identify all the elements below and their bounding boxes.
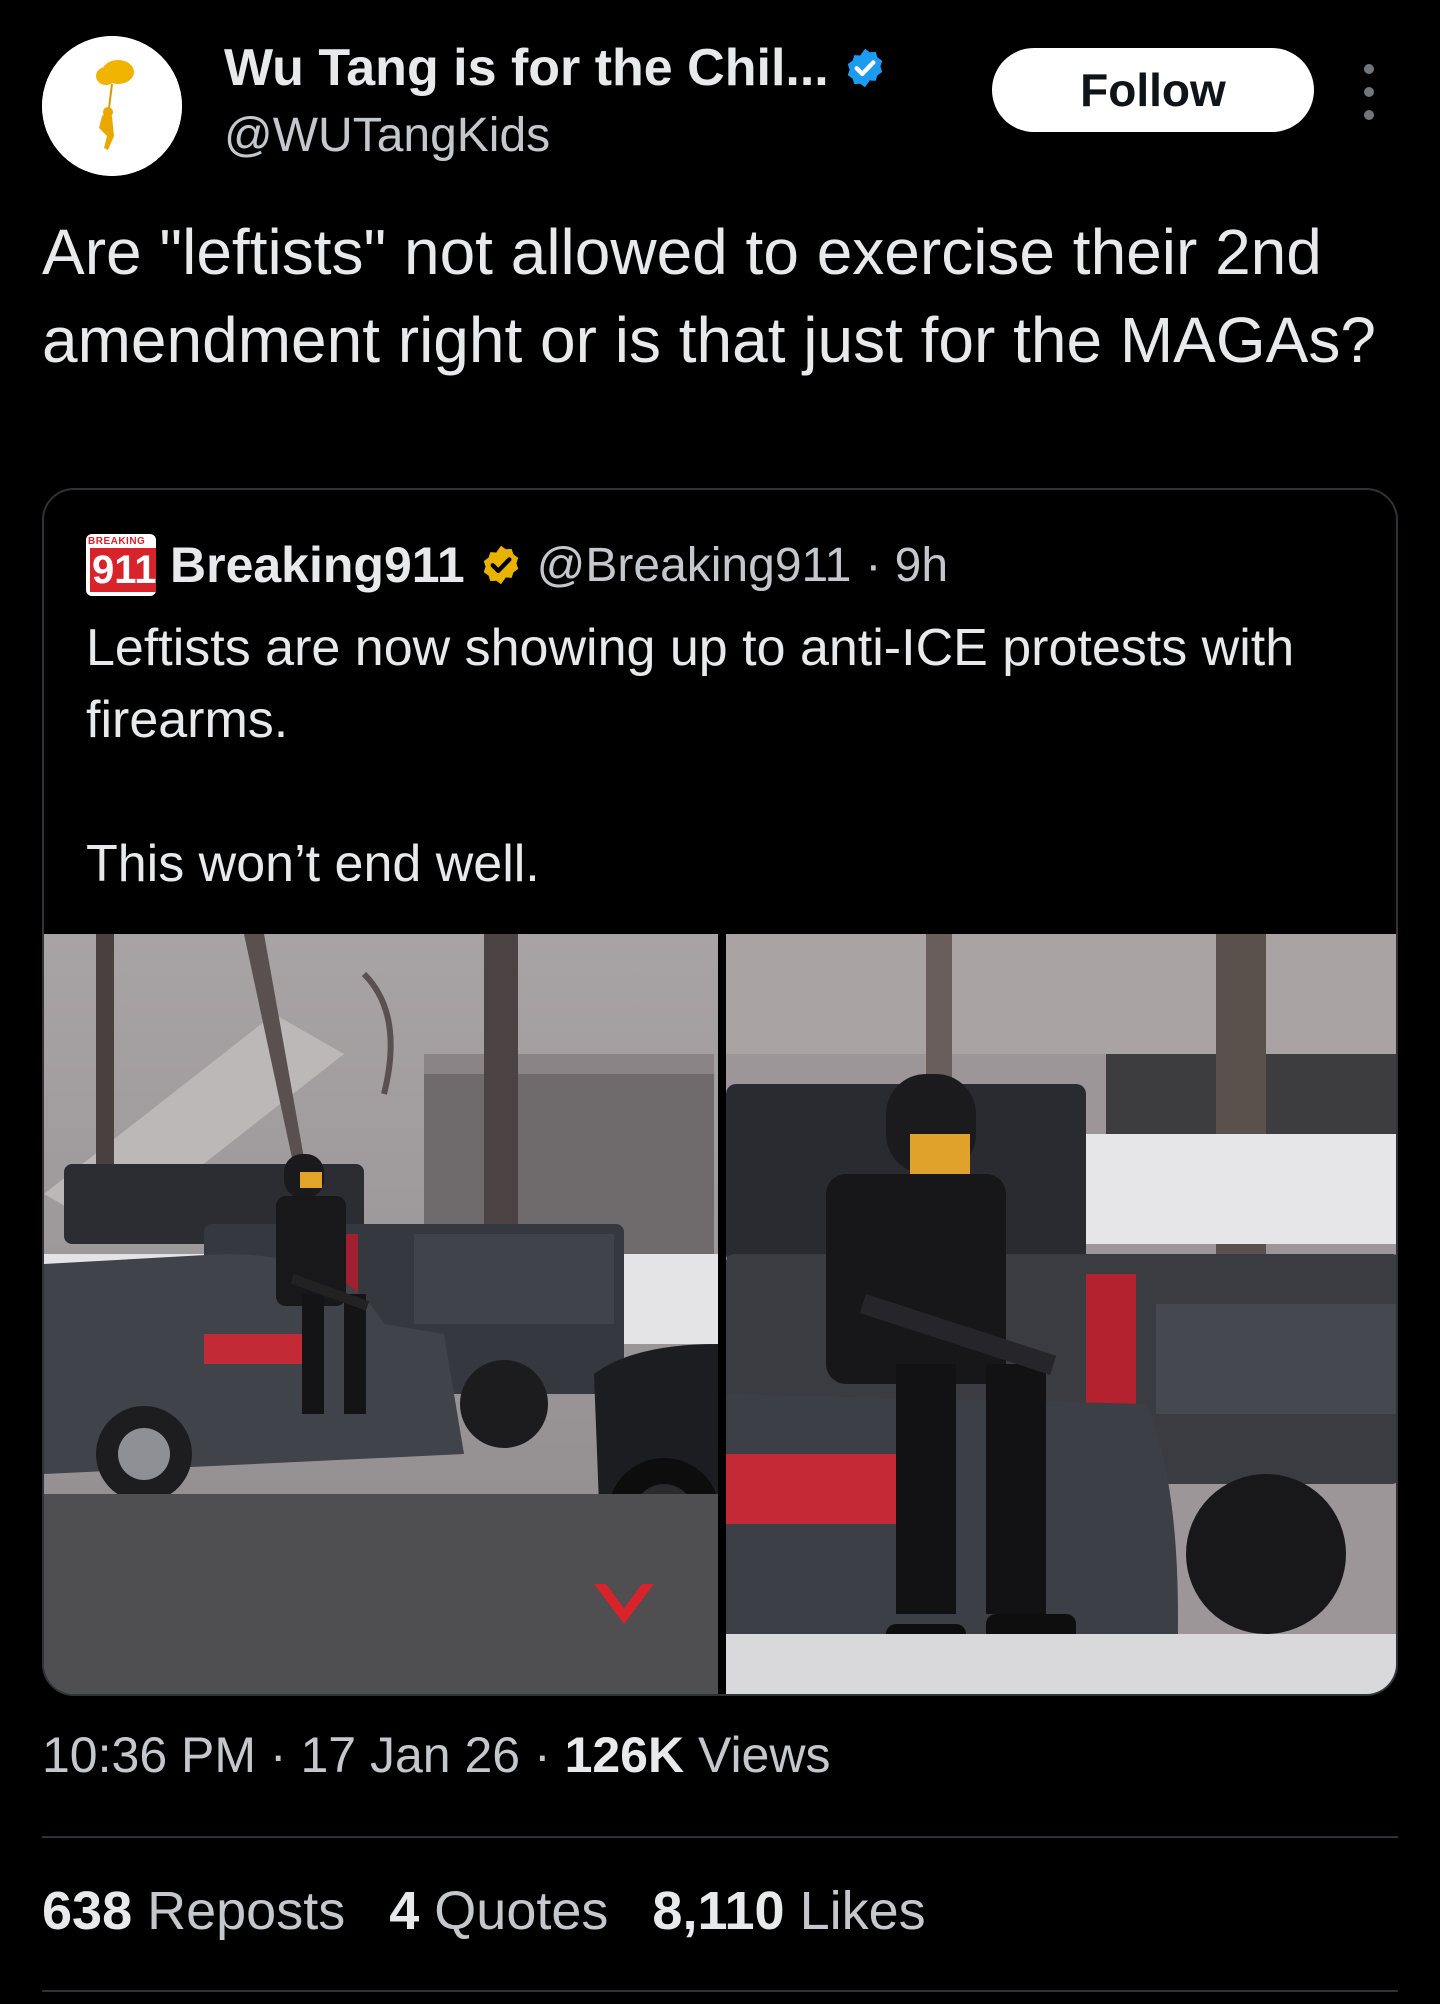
likes-label: Likes xyxy=(799,1881,926,1941)
quoted-tweet-header: BREAKING 911 Breaking911 @Breaking911 · … xyxy=(86,534,948,596)
more-vertical-icon[interactable] xyxy=(1354,64,1384,120)
quoted-author-name[interactable]: Breaking911 xyxy=(170,536,465,594)
logo-small-text: BREAKING xyxy=(88,536,146,547)
author-display-name[interactable]: Wu Tang is for the Chil... xyxy=(224,38,829,98)
quoted-author-handle[interactable]: @Breaking911 xyxy=(537,538,852,593)
reposts-label: Reposts xyxy=(147,1881,346,1941)
follow-button[interactable]: Follow xyxy=(992,48,1314,132)
quoted-tweet-time: · 9h xyxy=(865,538,949,592)
quotes-stat[interactable]: 4 Quotes xyxy=(389,1880,608,1942)
quotes-count: 4 xyxy=(389,1881,420,1941)
divider xyxy=(42,1990,1398,1992)
likes-count: 8,110 xyxy=(652,1881,785,1941)
tweet-date[interactable]: 17 Jan 26 xyxy=(300,1727,520,1783)
tweet-meta: 10:36 PM · 17 Jan 26 · 126K Views xyxy=(42,1727,831,1783)
quoted-tweet-media[interactable] xyxy=(44,934,1396,1694)
tweet-time[interactable]: 10:36 PM xyxy=(42,1727,256,1783)
media-photo-2[interactable] xyxy=(726,934,1396,1694)
balloon-girl-logo-icon xyxy=(42,36,182,176)
avatar[interactable] xyxy=(42,36,182,176)
reposts-count: 638 xyxy=(42,1881,133,1941)
quoted-tweet-card[interactable]: BREAKING 911 Breaking911 @Breaking911 · … xyxy=(42,488,1398,1696)
verified-badge-icon xyxy=(847,48,882,88)
protest-photo-close-image xyxy=(726,934,1396,1694)
engagement-stats: 638 Reposts 4 Quotes 8,110 Likes xyxy=(42,1880,926,1942)
media-photo-1[interactable] xyxy=(44,934,718,1694)
breaking911-logo-icon: BREAKING 911 xyxy=(86,534,156,596)
views-label: Views xyxy=(698,1727,831,1783)
divider xyxy=(42,1836,1398,1838)
protest-photo-wide-image xyxy=(44,934,718,1694)
reposts-stat[interactable]: 638 Reposts xyxy=(42,1880,345,1942)
quoted-text-line-1: Leftists are now showing up to anti-ICE … xyxy=(86,619,1295,749)
author-handle[interactable]: @WUTangKids xyxy=(224,108,550,163)
views-count: 126K xyxy=(564,1727,685,1783)
quoted-tweet-text: Leftists are now showing up to anti-ICE … xyxy=(86,612,1376,900)
author-name-row[interactable]: Wu Tang is for the Chil... xyxy=(224,38,887,98)
quotes-label: Quotes xyxy=(434,1881,609,1941)
tweet-text: Are "leftists" not allowed to exercise t… xyxy=(42,216,1376,376)
quoted-text-line-2: This won’t end well. xyxy=(86,835,540,893)
likes-stat[interactable]: 8,110 Likes xyxy=(652,1880,925,1942)
logo-big-text: 911 xyxy=(90,548,156,592)
verified-gold-badge-icon xyxy=(483,545,518,585)
